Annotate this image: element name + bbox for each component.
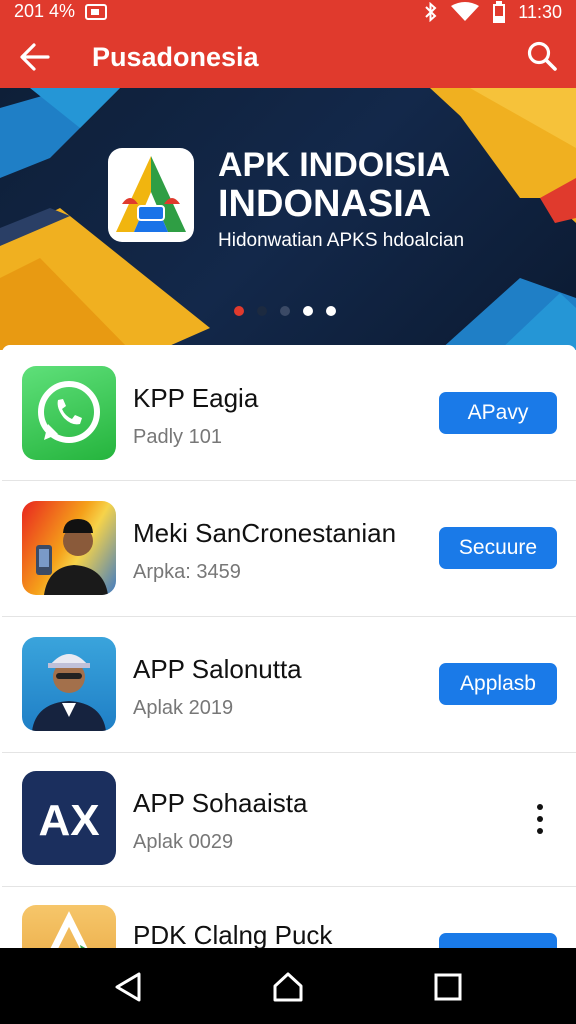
list-item[interactable]: AX APP Sohaaista Aplak 0029 — [2, 751, 576, 887]
pagination-dot[interactable] — [326, 306, 336, 316]
app-action-button[interactable]: APavy — [439, 392, 557, 434]
banner-headline: APK INDOISIA — [218, 146, 451, 184]
person-photo-icon — [22, 501, 116, 595]
pagination-dot[interactable] — [257, 306, 267, 316]
pagination-dot[interactable] — [303, 306, 313, 316]
nav-back-icon[interactable] — [112, 970, 146, 1004]
triangle-logo-icon — [22, 905, 116, 950]
system-nav-bar — [0, 948, 576, 1024]
more-options-icon[interactable] — [530, 801, 550, 837]
arrow-left-icon[interactable] — [18, 40, 52, 74]
banner-logo — [108, 148, 194, 242]
app-name: Meki SanCronestanian — [133, 518, 397, 548]
status-left-text: 201 4% — [14, 1, 76, 21]
app-action-button[interactable]: Secuure — [439, 527, 557, 569]
status-bar: 201 4% 11:30 — [0, 0, 576, 24]
list-item[interactable]: Meki SanCronestanian Arpka: 3459 Secuure — [2, 481, 576, 617]
banner-headline-2: INDONASIA — [218, 183, 432, 225]
pagination-dot[interactable] — [280, 306, 290, 316]
nav-recents-icon[interactable] — [431, 970, 465, 1004]
app-name: KPP Eagia — [133, 383, 259, 413]
ax-logo-text: AX — [38, 796, 99, 845]
list-item[interactable]: KPP Eagia Padly 101 APavy — [2, 345, 576, 481]
triangle-logo-icon — [116, 156, 186, 232]
bluetooth-icon — [425, 2, 437, 22]
person-cap-photo-icon — [22, 637, 116, 731]
app-meta: Arpka: 3459 — [133, 561, 241, 583]
app-name: APP Sohaaista — [133, 788, 308, 818]
page-title: Pusadonesia — [92, 42, 259, 72]
notification-icon — [85, 3, 108, 20]
banner-text: APK INDOISIA INDONASIA Hidonwatian APKS … — [218, 146, 464, 252]
nav-home-icon[interactable] — [271, 970, 305, 1004]
app-list: KPP Eagia Padly 101 APavy Meki SanCrones… — [2, 345, 576, 950]
status-right: 11:30 — [424, 1, 562, 23]
banner-pagination — [234, 306, 336, 316]
app-meta: Aplak 2019 — [133, 697, 234, 719]
promo-banner[interactable]: APK INDOISIA INDONASIA Hidonwatian APKS … — [0, 88, 576, 350]
search-icon[interactable] — [526, 40, 558, 72]
status-time: 11:30 — [518, 1, 562, 22]
list-item[interactable]: PDK Clalng Puck — [2, 885, 576, 950]
banner-subtitle: Hidonwatian APKS hdoalcian — [218, 230, 465, 251]
app-meta: Padly 101 — [133, 426, 222, 448]
battery-icon — [493, 1, 506, 23]
app-action-button[interactable]: Applasb — [439, 663, 557, 705]
pagination-dot[interactable] — [234, 306, 244, 316]
list-item[interactable]: APP Salonutta Aplak 2019 Applasb — [2, 617, 576, 753]
wifi-icon — [451, 2, 480, 21]
app-meta: Aplak 0029 — [133, 831, 234, 853]
whatsapp-icon — [22, 366, 116, 460]
status-left: 201 4% — [14, 1, 108, 22]
app-name: APP Salonutta — [133, 654, 302, 684]
app-bar: Pusadonesia — [0, 24, 576, 88]
ax-logo-icon: AX — [22, 771, 116, 865]
app-name: PDK Clalng Puck — [133, 920, 333, 950]
